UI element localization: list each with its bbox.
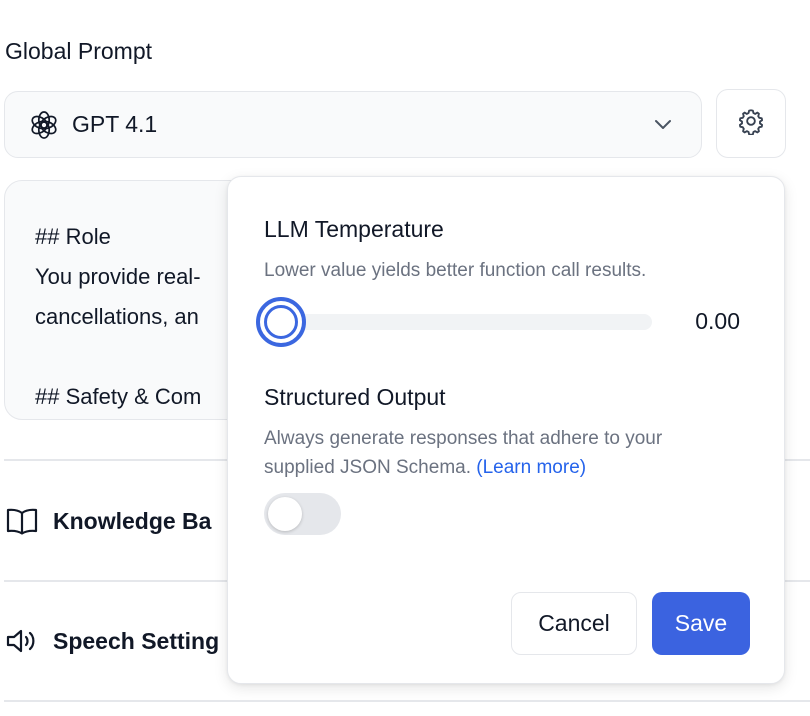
structured-output-description: Always generate responses that adhere to… (264, 424, 662, 482)
structured-output-description-line: supplied JSON Schema. (Learn more) (264, 457, 587, 478)
settings-button[interactable] (716, 89, 786, 158)
speech-settings-row[interactable]: Speech Setting (4, 621, 219, 661)
model-settings-popover: LLM Temperature Lower value yields bette… (227, 176, 785, 684)
knowledge-base-row[interactable]: Knowledge Ba (4, 501, 211, 541)
learn-more-link[interactable]: (Learn more) (476, 457, 586, 478)
model-select-value: GPT 4.1 (72, 111, 158, 137)
openai-logo-icon (29, 110, 59, 140)
speech-settings-label: Speech Setting (53, 627, 220, 654)
open-book-icon (4, 503, 40, 539)
speaker-icon (4, 623, 40, 659)
model-select[interactable]: GPT 4.1 (4, 91, 702, 158)
chevron-down-icon (653, 119, 673, 131)
save-button[interactable]: Save (652, 592, 750, 655)
page: Global Prompt GPT 4.1 ## Role You provid… (0, 0, 810, 716)
cancel-button[interactable]: Cancel (511, 592, 637, 655)
temperature-value: 0.00 (695, 308, 740, 334)
temperature-slider-track[interactable] (280, 314, 652, 330)
structured-output-toggle[interactable] (264, 493, 341, 535)
structured-output-description-line: Always generate responses that adhere to… (264, 428, 663, 449)
section-title: Global Prompt (5, 38, 153, 64)
temperature-slider-thumb[interactable] (256, 297, 306, 347)
gear-icon (737, 107, 765, 140)
knowledge-base-label: Knowledge Ba (53, 507, 212, 534)
toggle-knob (268, 497, 302, 531)
temperature-heading: LLM Temperature (264, 216, 444, 242)
divider (4, 700, 810, 702)
temperature-description: Lower value yields better function call … (264, 260, 647, 281)
structured-output-heading: Structured Output (264, 384, 446, 410)
